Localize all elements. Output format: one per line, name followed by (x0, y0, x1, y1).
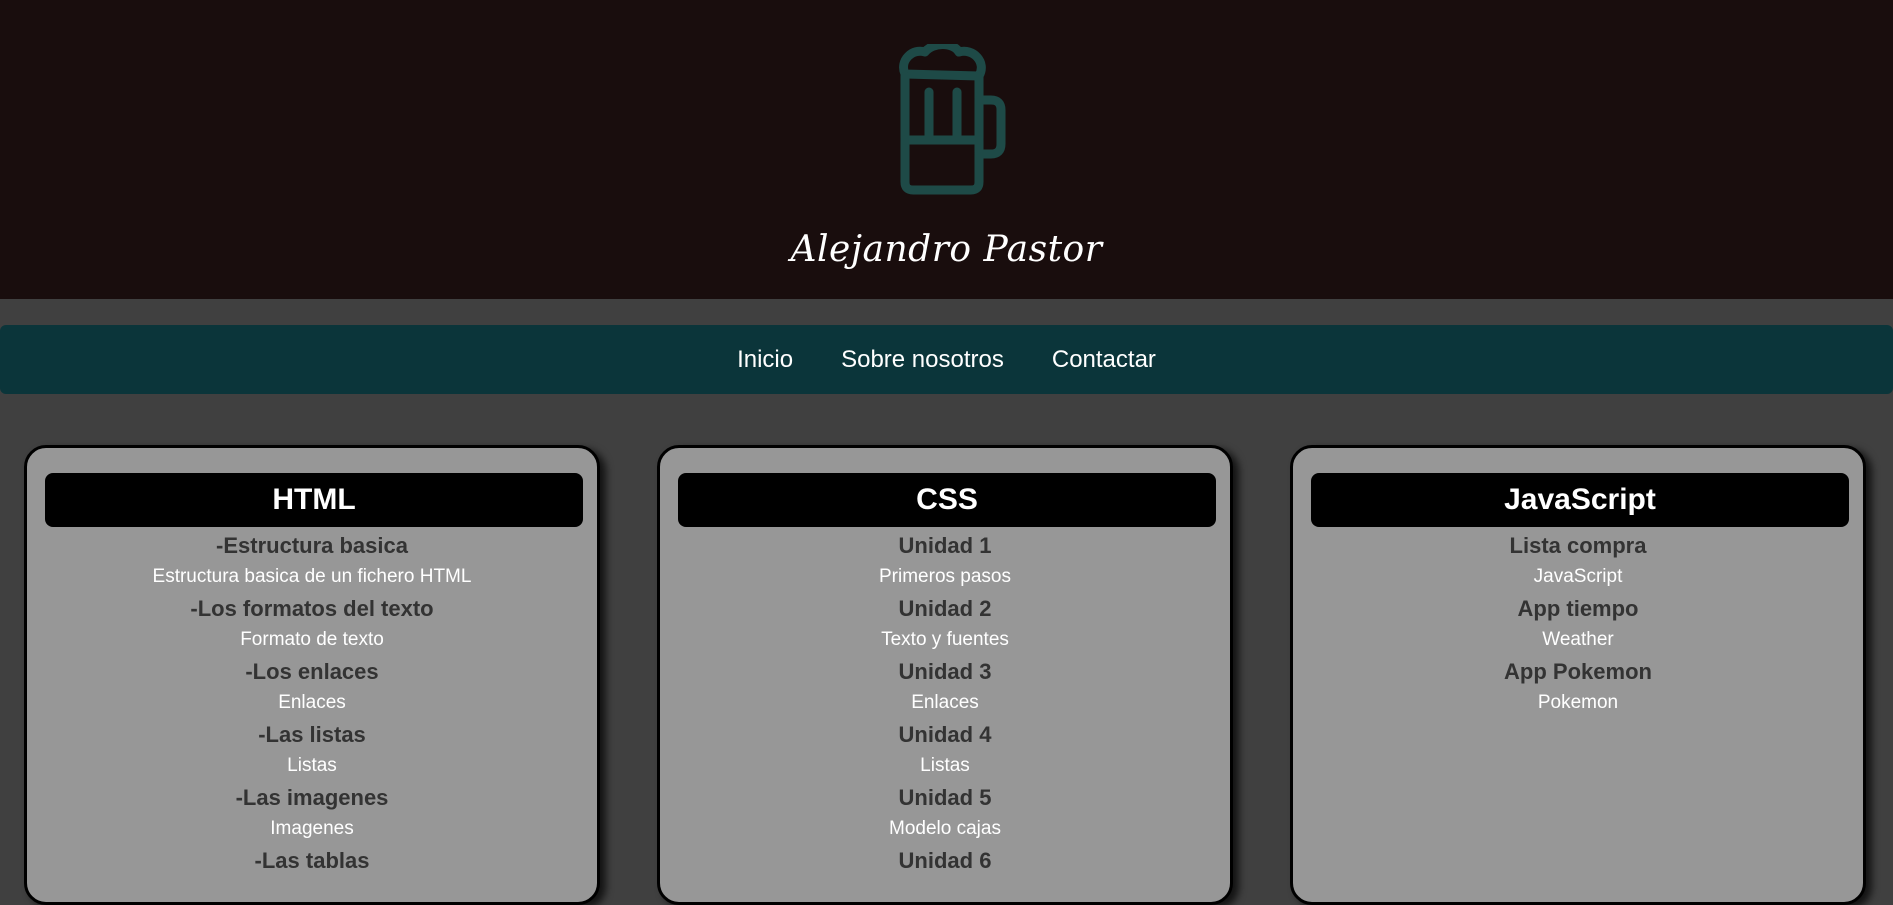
item-link[interactable]: Pokemon (1293, 687, 1863, 719)
site-title: Alejandro Pastor (790, 229, 1103, 270)
item-title: Unidad 2 (898, 596, 992, 621)
item-title: -Las listas (258, 722, 366, 747)
item-title: -Las tablas (254, 848, 370, 873)
item-title: App Pokemon (1504, 659, 1652, 684)
item-title: Unidad 5 (898, 785, 992, 810)
card-title: JavaScript (1311, 473, 1849, 527)
item-title: Unidad 3 (898, 659, 992, 684)
item-title: Unidad 1 (898, 533, 992, 558)
item-title: App tiempo (1517, 596, 1639, 621)
card-javascript: JavaScript Lista compra JavaScript App t… (1290, 445, 1866, 905)
item-title: -Estructura basica (216, 533, 408, 558)
item-link[interactable]: Texto y fuentes (660, 624, 1230, 656)
item-link[interactable]: Enlaces (660, 687, 1230, 719)
site-header: Alejandro Pastor (0, 0, 1893, 299)
item-link[interactable]: Modelo cajas (660, 813, 1230, 845)
item-title: Lista compra (1509, 533, 1647, 558)
item-title: -Los enlaces (245, 659, 379, 684)
beer-mug-icon (895, 44, 1015, 196)
card-title: HTML (45, 473, 583, 527)
card-html: HTML -Estructura basica Estructura basic… (24, 445, 600, 905)
item-link[interactable]: Estructura basica de un fichero HTML (27, 561, 597, 593)
item-link[interactable]: JavaScript (1293, 561, 1863, 593)
card-item-list: Unidad 1 Primeros pasos Unidad 2 Texto y… (660, 530, 1230, 876)
nav-link-contactar[interactable]: Contactar (1052, 346, 1156, 374)
item-title: -Las imagenes (235, 785, 389, 810)
nav-link-sobre-nosotros[interactable]: Sobre nosotros (841, 346, 1004, 374)
item-link[interactable]: Weather (1293, 624, 1863, 656)
main-navigation: Inicio Sobre nosotros Contactar (0, 325, 1893, 394)
item-title: -Los formatos del texto (190, 596, 434, 621)
item-link[interactable]: Enlaces (27, 687, 597, 719)
item-link[interactable]: Listas (660, 750, 1230, 782)
item-link[interactable]: Imagenes (27, 813, 597, 845)
item-title: Unidad 6 (898, 848, 992, 873)
nav-link-inicio[interactable]: Inicio (737, 346, 793, 374)
card-item-list: Lista compra JavaScript App tiempo Weath… (1293, 530, 1863, 719)
card-item-list: -Estructura basica Estructura basica de … (27, 530, 597, 876)
item-link[interactable]: Primeros pasos (660, 561, 1230, 593)
item-title: Unidad 4 (898, 722, 992, 747)
card-title: CSS (678, 473, 1216, 527)
item-link[interactable]: Formato de texto (27, 624, 597, 656)
item-link[interactable]: Listas (27, 750, 597, 782)
card-css: CSS Unidad 1 Primeros pasos Unidad 2 Tex… (657, 445, 1233, 905)
